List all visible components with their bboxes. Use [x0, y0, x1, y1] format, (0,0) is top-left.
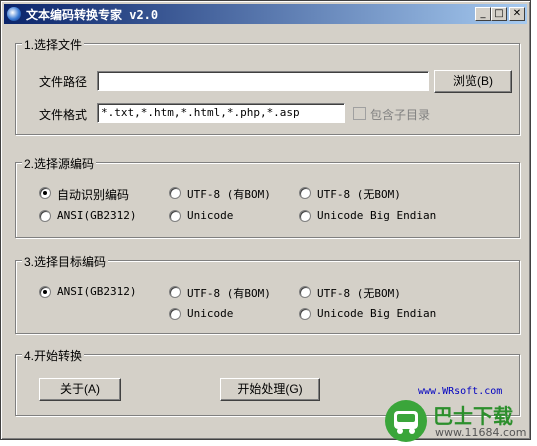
radio-dot — [39, 187, 51, 199]
window-title: 文本编码转换专家 v2.0 — [26, 8, 159, 22]
app-icon — [7, 7, 21, 21]
radio-dot — [169, 187, 181, 199]
maximize-button[interactable]: □ — [491, 7, 507, 21]
radio-dot — [299, 210, 311, 222]
source-group-legend: 2.选择源编码 — [22, 155, 97, 172]
target-group-legend: 3.选择目标编码 — [22, 253, 109, 270]
radio-dot — [169, 308, 181, 320]
file-format-label: 文件格式 — [39, 108, 88, 122]
include-subdirs-checkbox[interactable] — [353, 107, 366, 120]
radio-dot — [169, 210, 181, 222]
file-path-label: 文件路径 — [39, 75, 88, 89]
include-subdirs-label: 包含子目录 — [370, 108, 431, 122]
radio-dot — [299, 308, 311, 320]
browse-button[interactable]: 浏览(B) — [434, 70, 512, 93]
bus-logo-icon — [385, 400, 427, 442]
file-format-input[interactable]: *.txt,*.htm,*.html,*.php,*.asp — [97, 103, 345, 123]
title-bar[interactable]: 文本编码转换专家 v2.0 _ □ ✕ — [4, 4, 527, 24]
watermark: 巴士下载 www.11684.com — [383, 398, 533, 444]
minimize-button[interactable]: _ — [475, 7, 491, 21]
file-path-input[interactable] — [97, 71, 429, 91]
about-button[interactable]: 关于(A) — [39, 378, 121, 401]
start-button[interactable]: 开始处理(G) — [220, 378, 320, 401]
radio-dot — [39, 210, 51, 222]
radio-dot — [169, 286, 181, 298]
convert-group-legend: 4.开始转换 — [22, 347, 85, 364]
website-link[interactable]: www.WRsoft.com — [418, 386, 502, 397]
file-group-legend: 1.选择文件 — [22, 36, 85, 53]
close-button[interactable]: ✕ — [509, 7, 525, 21]
radio-dot — [299, 286, 311, 298]
radio-dot — [39, 286, 51, 298]
watermark-url: www.11684.com — [435, 426, 527, 439]
main-window: 文本编码转换专家 v2.0 _ □ ✕ 1.选择文件 文件路径 浏览(B) 文件… — [0, 0, 531, 440]
watermark-brand: 巴士下载 — [433, 404, 513, 428]
radio-dot — [299, 187, 311, 199]
